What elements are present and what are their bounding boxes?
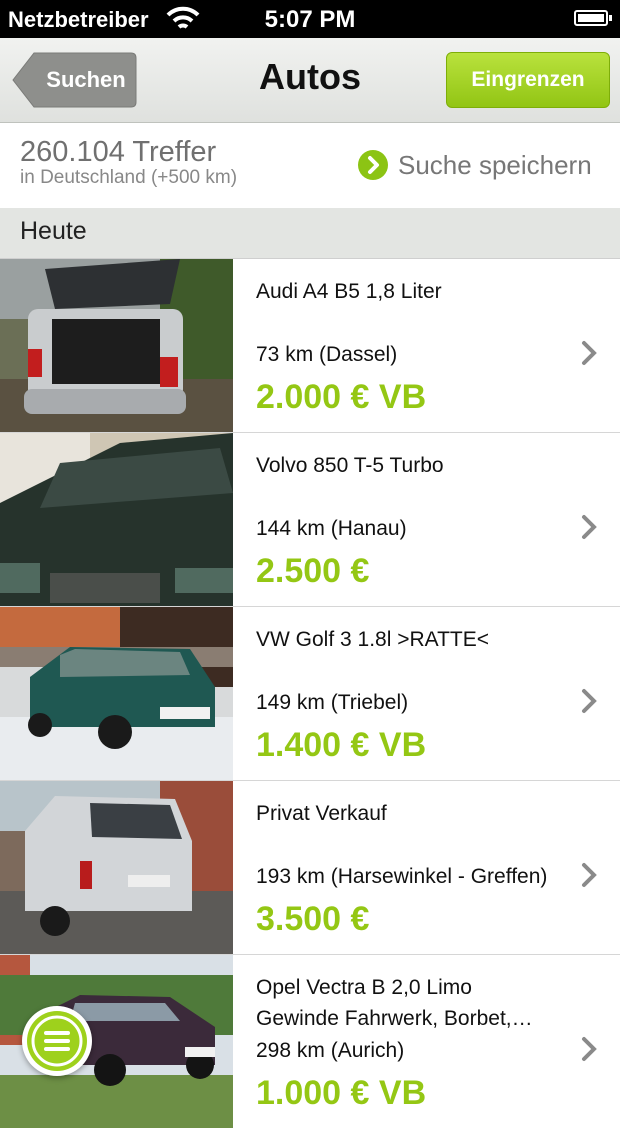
listing-distance: 193 km (Harsewinkel - Greffen) [256,865,548,888]
chevron-circle-icon [358,150,388,180]
clock: 5:07 PM [264,6,356,33]
listing-title: Opel Vectra B 2,0 Limo [256,976,472,999]
listing-photo [0,433,233,606]
listing-row[interactable]: Volvo 850 T-5 Turbo 144 km (Hanau) 2.500… [0,433,620,607]
listing-photo [0,259,233,432]
search-region: in Deutschland (+500 km) [20,167,238,188]
listing-distance: 73 km (Dassel) [256,343,398,366]
listing-distance: 298 km (Aurich) [256,1039,405,1062]
listing-price: 1.400 € VB [256,726,427,764]
listing-photo [0,607,233,780]
listing-price: 3.500 € [256,900,370,938]
menu-button[interactable] [22,1006,92,1076]
listing-row[interactable]: Opel Vectra B 2,0 Limo Gewinde Fahrwerk,… [0,955,620,1128]
hit-count: 260.104 Treffer [20,136,217,168]
section-label: Heute [20,217,87,245]
listing-subtitle: Gewinde Fahrwerk, Borbet,… [256,1007,533,1030]
listing-title: Volvo 850 T-5 Turbo [256,454,444,477]
listing-price: 2.000 € VB [256,378,427,416]
listing-list: Audi A4 B5 1,8 Liter 73 km (Dassel) 2.00… [0,259,620,1128]
listing-price: 1.000 € VB [256,1074,427,1112]
filter-button[interactable]: Eingrenzen [446,52,610,108]
listing-row[interactable]: Privat Verkauf 193 km (Harsewinkel - Gre… [0,781,620,955]
battery-icon [574,10,612,26]
listing-title: VW Golf 3 1.8l >RATTE< [256,628,490,651]
listing-price: 2.500 € [256,552,370,590]
chevron-right-icon [582,689,597,713]
listing-distance: 144 km (Hanau) [256,517,407,540]
listing-row[interactable]: VW Golf 3 1.8l >RATTE< 149 km (Triebel) … [0,607,620,781]
chevron-right-icon [582,863,597,887]
menu-icon [31,1015,83,1067]
status-bar: Netzbetreiber 5:07 PM [0,0,620,38]
chevron-right-icon [582,515,597,539]
save-search-label: Suche speichern [398,150,592,180]
results-summary: 260.104 Treffer in Deutschland (+500 km)… [0,123,620,209]
listing-photo [0,781,233,954]
chevron-right-icon [582,341,597,365]
chevron-right-icon [582,1037,597,1061]
navigation-bar: Suchen Autos Eingrenzen [0,38,620,123]
listing-title: Privat Verkauf [256,802,387,825]
listing-row[interactable]: Audi A4 B5 1,8 Liter 73 km (Dassel) 2.00… [0,259,620,433]
listing-title: Audi A4 B5 1,8 Liter [256,280,442,303]
save-search-button[interactable]: Suche speichern [358,150,600,182]
section-header: Heute [0,208,620,259]
listing-distance: 149 km (Triebel) [256,691,409,714]
